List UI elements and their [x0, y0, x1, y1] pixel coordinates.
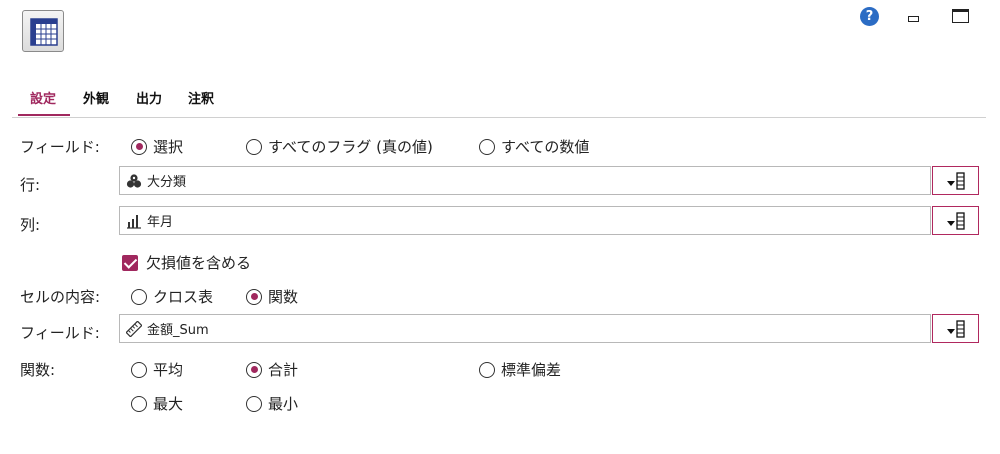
ordinal-bars-icon: [126, 213, 142, 229]
help-icon[interactable]: ?: [860, 7, 879, 26]
column-field-picker-button[interactable]: [932, 206, 979, 235]
column-field-value: 年月: [147, 215, 174, 230]
cell-field[interactable]: 金額_Sum: [119, 314, 931, 343]
radio-cell-function[interactable]: 関数: [246, 286, 298, 307]
column-field[interactable]: 年月: [119, 206, 931, 235]
radio-circle: [246, 395, 262, 412]
cell-field-label: フィールド:: [20, 324, 100, 342]
radio-function-mean[interactable]: 平均: [131, 359, 183, 380]
tab-divider: [12, 117, 986, 118]
row-field-value: 大分類: [147, 175, 187, 190]
tab-settings[interactable]: 設定: [30, 88, 56, 107]
radio-label: 選択: [153, 138, 184, 156]
continuous-ruler-icon: [125, 319, 143, 338]
fields-mode-label: フィールド:: [20, 138, 100, 156]
cell-field-value: 金額_Sum: [147, 323, 209, 338]
radio-label: 最大: [153, 395, 184, 413]
field-picker-icon: [947, 172, 965, 190]
include-missing-label: 欠損値を含める: [146, 254, 252, 272]
tab-appearance[interactable]: 外観: [83, 88, 109, 107]
field-picker-icon: [947, 212, 965, 230]
radio-label: 最小: [268, 395, 299, 413]
field-picker-icon: [947, 320, 965, 338]
radio-label: 合計: [268, 361, 299, 379]
tab-output[interactable]: 出力: [136, 88, 162, 107]
radio-function-max[interactable]: 最大: [131, 393, 183, 414]
active-tab-indicator: [18, 114, 70, 116]
row-label: 行:: [20, 176, 41, 194]
tab-annotations[interactable]: 注釈: [188, 88, 214, 107]
maximize-icon[interactable]: [952, 9, 969, 23]
include-missing-checkbox[interactable]: 欠損値を含める: [122, 252, 251, 273]
radio-label: 平均: [153, 361, 184, 379]
radio-fields-select[interactable]: 選択: [131, 136, 183, 157]
cell-field-picker-button[interactable]: [932, 314, 979, 343]
function-label: 関数:: [20, 361, 56, 379]
radio-function-stddev[interactable]: 標準偏差: [479, 359, 561, 380]
radio-label: すべてのフラグ (真の値): [268, 138, 433, 156]
nominal-set-icon: [126, 173, 142, 189]
radio-label: 標準偏差: [501, 361, 562, 379]
radio-circle: [131, 395, 147, 412]
radio-circle: [131, 138, 147, 155]
cell-contents-label: セルの内容:: [20, 288, 101, 306]
radio-label: 関数: [268, 288, 299, 306]
radio-circle: [246, 288, 262, 305]
radio-function-sum[interactable]: 合計: [246, 359, 298, 380]
row-field-picker-button[interactable]: [932, 166, 979, 195]
radio-label: すべての数値: [501, 138, 590, 156]
radio-fields-all-numeric[interactable]: すべての数値: [479, 136, 589, 157]
checkbox-box: [122, 254, 138, 271]
table-node-icon: [22, 10, 64, 52]
radio-label: クロス表: [153, 288, 214, 306]
row-field[interactable]: 大分類: [119, 166, 931, 195]
radio-circle: [131, 288, 147, 305]
radio-function-min[interactable]: 最小: [246, 393, 298, 414]
radio-circle: [479, 138, 495, 155]
radio-circle: [246, 361, 262, 378]
column-label: 列:: [20, 216, 41, 234]
radio-cell-crosstab[interactable]: クロス表: [131, 286, 213, 307]
radio-circle: [131, 361, 147, 378]
radio-circle: [479, 361, 495, 378]
minimize-icon[interactable]: [908, 16, 919, 22]
radio-fields-all-flags[interactable]: すべてのフラグ (真の値): [246, 136, 433, 157]
radio-circle: [246, 138, 262, 155]
